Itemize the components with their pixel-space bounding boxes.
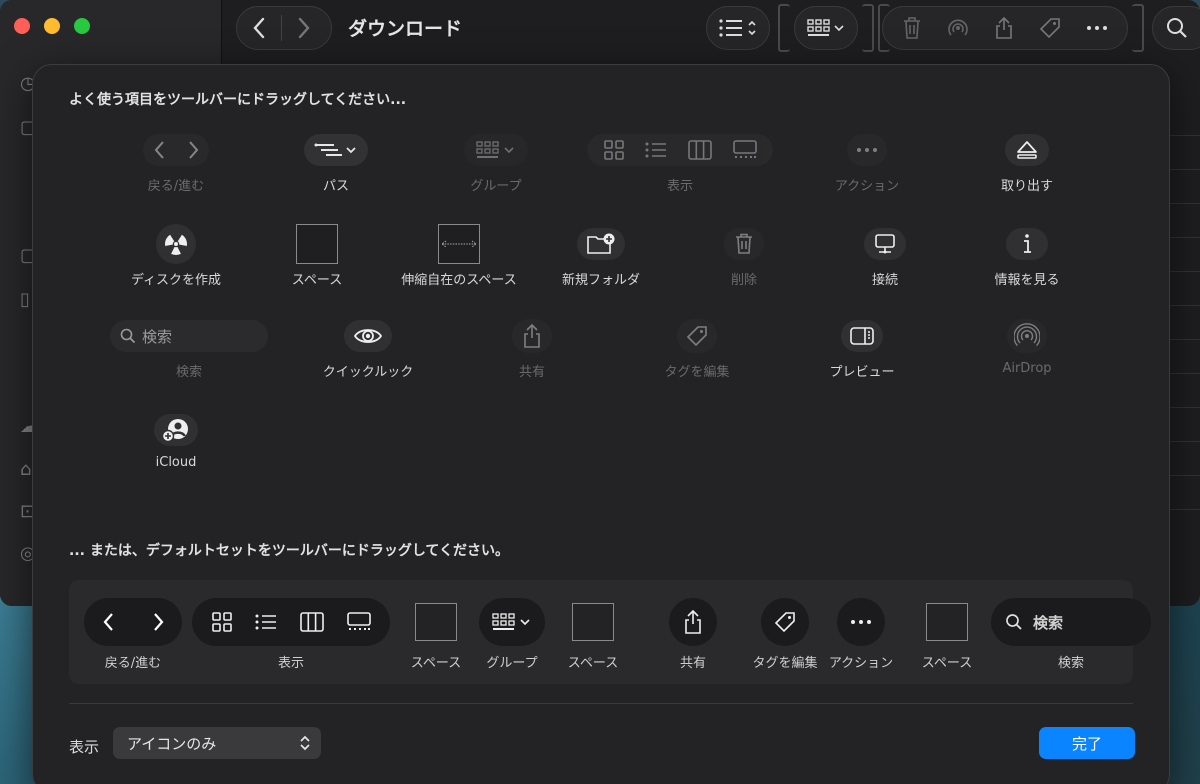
palette-item-share[interactable]: 共有 bbox=[479, 315, 585, 380]
action-group bbox=[882, 6, 1128, 50]
icon-view-icon bbox=[211, 612, 232, 632]
group-icon bbox=[492, 613, 530, 630]
palette-item-quick-look[interactable]: クイックルック bbox=[303, 315, 433, 380]
palette-item-burn-disc[interactable]: ディスクを作成 bbox=[123, 223, 229, 288]
group-button[interactable] bbox=[794, 6, 858, 50]
palette-item-edit-tags[interactable]: タグを編集 bbox=[631, 315, 763, 380]
palette-item-airdrop[interactable]: AirDrop bbox=[974, 315, 1080, 376]
column-view-icon bbox=[687, 140, 712, 160]
chevron-up-down-icon bbox=[300, 735, 310, 751]
palette-item-space[interactable]: スペース bbox=[264, 223, 370, 288]
default-view[interactable]: 表示 bbox=[192, 598, 390, 671]
trash-icon[interactable] bbox=[901, 16, 923, 40]
palette-item-eject[interactable]: 取り出す bbox=[974, 129, 1080, 194]
gallery-view-icon bbox=[732, 140, 757, 158]
share-icon bbox=[685, 609, 701, 634]
tag-icon[interactable] bbox=[1038, 16, 1062, 40]
palette-item-get-info[interactable]: 情報を見る bbox=[974, 223, 1080, 288]
new-folder-icon bbox=[587, 233, 615, 254]
customize-toolbar-sheet: よく使う項目をツールバーにドラッグしてください... 戻る/進む パス グループ… bbox=[32, 64, 1170, 784]
trash-icon bbox=[736, 233, 752, 254]
palette-item-back-forward[interactable]: 戻る/進む bbox=[123, 129, 229, 194]
chevron-left-icon bbox=[103, 613, 113, 631]
default-set-container[interactable]: 戻る/進む 表示 スペース グループ スペース 共有 タグを編集 アクション ス… bbox=[69, 580, 1151, 684]
list-view-icon bbox=[255, 614, 276, 630]
flexible-arrow-icon bbox=[441, 240, 477, 248]
monitor-icon bbox=[875, 234, 895, 254]
info-icon bbox=[1024, 234, 1031, 253]
path-icon bbox=[314, 143, 356, 156]
chevron-right-icon bbox=[298, 17, 310, 39]
eject-icon bbox=[1017, 141, 1037, 159]
chevron-right-icon bbox=[153, 613, 163, 631]
palette-item-preview[interactable]: プレビュー bbox=[809, 315, 915, 380]
more-icon[interactable] bbox=[1085, 24, 1109, 32]
default-search[interactable]: 検索 検索 bbox=[991, 598, 1151, 671]
close-window-button[interactable] bbox=[14, 18, 30, 34]
chevron-right-icon bbox=[188, 141, 198, 159]
search-icon bbox=[120, 328, 136, 344]
footer-divider bbox=[69, 703, 1133, 704]
chevron-left-icon bbox=[253, 17, 265, 39]
toolbar-bracket bbox=[778, 4, 790, 52]
toolbar-bracket bbox=[1132, 4, 1144, 52]
palette-item-delete[interactable]: 削除 bbox=[691, 223, 797, 288]
palette-item-new-folder[interactable]: 新規フォルダ bbox=[548, 223, 654, 288]
show-mode-select[interactable]: アイコンのみ bbox=[113, 727, 321, 759]
palette-item-flexible-space[interactable]: 伸縮自在のスペース bbox=[393, 223, 525, 288]
default-space[interactable]: スペース bbox=[555, 598, 631, 671]
default-share[interactable]: 共有 bbox=[661, 598, 725, 671]
palette-item-connect[interactable]: 接続 bbox=[832, 223, 938, 288]
default-space[interactable]: スペース bbox=[909, 598, 985, 671]
palette-item-action[interactable]: アクション bbox=[814, 129, 920, 194]
default-space[interactable]: スペース bbox=[398, 598, 474, 671]
default-set-header: ... または、デフォルトセットをツールバーにドラッグしてください。 bbox=[69, 543, 509, 559]
drag-items-header: よく使う項目をツールバーにドラッグしてください... bbox=[69, 92, 407, 108]
palette-item-path[interactable]: パス bbox=[283, 129, 389, 194]
palette-item-view[interactable]: 表示 bbox=[587, 129, 773, 194]
radioactive-icon bbox=[165, 232, 187, 255]
icon-view-icon bbox=[603, 140, 624, 160]
palette-item-group[interactable]: グループ bbox=[443, 129, 549, 194]
forward-button[interactable] bbox=[282, 6, 326, 50]
back-button[interactable] bbox=[237, 6, 281, 50]
share-icon bbox=[524, 323, 540, 348]
icloud-share-icon bbox=[161, 419, 188, 443]
tag-icon bbox=[774, 612, 795, 633]
airdrop-icon bbox=[1014, 323, 1040, 347]
tag-icon bbox=[686, 326, 707, 347]
palette-item-icloud[interactable]: iCloud bbox=[123, 409, 229, 470]
default-back-forward[interactable]: 戻る/進む bbox=[83, 598, 183, 671]
list-icon bbox=[719, 19, 756, 37]
share-icon[interactable] bbox=[993, 16, 1015, 40]
eye-icon bbox=[353, 329, 383, 343]
column-view-icon bbox=[299, 612, 324, 632]
zoom-window-button[interactable] bbox=[74, 18, 90, 34]
default-action[interactable]: アクション bbox=[823, 598, 899, 671]
toolbar-bracket bbox=[862, 4, 874, 52]
group-icon bbox=[476, 141, 514, 158]
search-icon bbox=[1167, 18, 1187, 38]
list-view-icon bbox=[645, 142, 666, 158]
airdrop-icon[interactable] bbox=[946, 16, 970, 40]
palette-item-search[interactable]: 検索 検索 bbox=[109, 315, 269, 380]
done-button[interactable]: 完了 bbox=[1039, 727, 1135, 759]
window-title: ダウンロード bbox=[348, 18, 463, 40]
preview-panel-icon bbox=[850, 327, 874, 345]
list-view-button[interactable] bbox=[706, 6, 770, 50]
chevron-left-icon bbox=[154, 141, 164, 159]
more-icon bbox=[857, 148, 877, 152]
gallery-view-icon bbox=[346, 612, 371, 630]
minimize-window-button[interactable] bbox=[44, 18, 60, 34]
more-icon bbox=[851, 620, 871, 624]
default-group[interactable]: グループ bbox=[475, 598, 549, 671]
group-icon bbox=[807, 19, 844, 36]
search-icon bbox=[1006, 614, 1022, 630]
search-button[interactable] bbox=[1152, 6, 1200, 50]
show-label: 表示 bbox=[69, 738, 100, 756]
back-forward-control bbox=[236, 6, 332, 50]
